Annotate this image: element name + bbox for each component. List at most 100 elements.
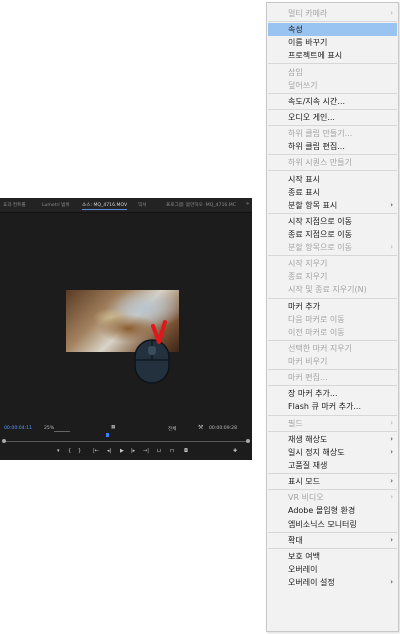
menu-item-label: 시작 표시 [288,174,320,184]
submenu-arrow-icon: › [390,447,393,456]
menu-item[interactable]: 프로젝트에 표시 [268,49,397,62]
menu-item-label: 속성 [288,25,303,35]
menu-item[interactable]: 장 마커 추가... [268,387,397,400]
menu-item-label: 이전 마커로 이동 [288,327,345,337]
menu-item[interactable]: 고품질 재생 [268,459,397,472]
menu-item[interactable]: 엠비소닉스 모니터링 [268,518,397,531]
menu-separator [268,385,397,387]
source-monitor-panel: 효과 컨트롤 Lumetri 범위 소스: MQ_4716.MOV 믹서 프로그… [0,198,252,460]
step-back-icon[interactable]: ◂| [107,448,111,454]
playback-resolution[interactable]: 전체 [168,426,176,432]
submenu-arrow-icon: › [390,9,393,17]
menu-item[interactable]: Flash 큐 마커 추가... [268,400,397,413]
menu-item-label: VR 비디오 [288,493,324,503]
menu-item-label: 선택한 마커 지우기 [288,343,352,353]
wrench-icon[interactable]: ⚒ [198,424,203,431]
menu-item: 종료 지우기 [268,270,397,283]
go-to-in-icon[interactable]: |← [93,448,99,454]
submenu-arrow-icon: › [390,243,393,252]
menu-item-label: 확대 [288,535,303,545]
menu-item-label: 종료 지우기 [288,272,328,282]
zoom-level[interactable]: 25% [44,426,54,431]
menu-item: 하위 클립 만들기... [268,127,397,140]
menu-item[interactable]: 오버레이 설정 › [268,576,397,589]
menu-item-label: Flash 큐 마커 추가... [288,402,362,412]
menu-item-label: 고품질 재생 [288,460,328,470]
button-editor-icon[interactable]: ✚ [233,448,237,454]
menu-item-label: 표시 모드 [288,477,320,487]
submenu-arrow-icon: › [390,200,393,209]
menu-item[interactable]: 종료 표시 [268,186,397,199]
export-frame-icon[interactable]: ◘ [184,448,188,454]
menu-item-label: 속도/지속 시간... [288,96,346,106]
tab-lumetri-scopes[interactable]: Lumetri 범위 [42,202,70,208]
time-ruler-track [4,441,248,442]
menu-item[interactable]: 속성 [268,23,397,37]
menu-item[interactable]: 표시 모드 › [268,475,397,488]
menu-separator [268,255,397,257]
more-tabs-icon[interactable]: » [246,201,249,207]
menu-item[interactable]: 일시 정지 해상도 › [268,446,397,459]
menu-item: 이전 마커로 이동 [268,326,397,339]
tab-source[interactable]: 소스: MQ_4716.MOV [82,202,128,210]
menu-item[interactable]: 종료 지점으로 이동 [268,228,397,241]
menu-item-label: 하위 시퀀스 만들기 [288,158,352,168]
menu-separator [268,154,397,156]
menu-item[interactable]: 하위 클립 편집... [268,140,397,153]
menu-item[interactable]: 오버레이 [268,563,397,576]
submenu-arrow-icon: › [390,493,393,502]
menu-item[interactable]: 분할 항목 표시 › [268,199,397,212]
menu-item: 하위 시퀀스 만들기 [268,156,397,169]
context-menu: 멀티 카메라 › 속성 이름 바꾸기 프로젝트에 표시 삽입 덮어쓰기 속도/지속 시간...… [266,2,399,632]
menu-item[interactable]: 보호 여백 [268,550,397,563]
ruler-start-handle[interactable] [2,439,6,443]
menu-item[interactable]: 확대 › [268,534,397,547]
menu-item[interactable]: 시작 지점으로 이동 [268,215,397,228]
menu-item[interactable]: 이름 바꾸기 [268,36,397,49]
menu-item[interactable]: 재생 해상도 › [268,433,397,446]
overwrite-icon[interactable]: ⊓ [170,448,174,454]
playhead-timecode[interactable]: 00:00:04:11 [4,426,32,431]
menu-item: 다음 마커로 이동 [268,313,397,326]
playhead-marker[interactable] [106,433,110,437]
menu-item[interactable]: 오디오 게인... [268,111,397,124]
menu-item[interactable]: Adobe 몰입형 환경 [268,504,397,517]
zoom-dropdown[interactable] [54,426,70,432]
panel-tab-bar: 효과 컨트롤 Lumetri 범위 소스: MQ_4716.MOV 믹서 프로그… [0,198,252,213]
menu-item[interactable]: 속도/지속 시간... [268,95,397,108]
ruler-end-handle[interactable] [246,439,250,443]
menu-item-label: 다음 마커로 이동 [288,314,345,324]
menu-item-label: 덮어쓰기 [288,80,318,90]
insert-icon[interactable]: ⊔ [157,448,161,454]
menu-item: 시작 지우기 [268,257,397,270]
menu-item[interactable]: 시작 표시 [268,173,397,186]
menu-item-label: 마커 비우기 [288,357,328,367]
mark-out-icon[interactable]: } [78,448,81,454]
menu-item-label: 마커 편집... [288,373,328,383]
menu-item: 시작 및 종료 지우기(N) [268,283,397,296]
settings-menu-icon[interactable]: ▦ [111,425,115,430]
tab-effect-controls[interactable]: 효과 컨트롤 [3,202,26,208]
menu-item-label: 마커 추가 [288,301,320,311]
step-forward-icon[interactable]: |▸ [131,448,135,454]
tab-audio-mixer[interactable]: 믹서 [138,202,146,208]
tab-program[interactable]: 프로그램: 몸만하오 ·MQ_4716.MC [166,202,236,208]
submenu-arrow-icon: › [390,434,393,443]
menu-item-label: 하위 클립 만들기... [288,129,353,139]
submenu-arrow-icon: › [390,477,393,486]
menu-item: 마커 비우기 [268,355,397,368]
menu-separator [268,297,397,299]
time-ruler[interactable] [2,439,250,443]
menu-item[interactable]: 마커 추가 [268,300,397,313]
go-to-out-icon[interactable]: →| [143,448,149,454]
submenu-arrow-icon: › [390,535,393,544]
menu-item: 분할 항목으로 이동 › [268,241,397,254]
play-icon[interactable]: ▶ [120,448,124,454]
menu-separator [268,108,397,110]
mark-in-icon[interactable]: { [68,448,71,454]
menu-separator [268,369,397,371]
menu-item: 삽입 [268,66,397,79]
transport-controls: ▾ { } |← ◂| ▶ |▸ →| ⊔ ⊓ ◘ ✚ [0,447,252,457]
menu-item-label: 시작 지점으로 이동 [288,216,352,226]
add-marker-icon[interactable]: ▾ [57,448,60,454]
